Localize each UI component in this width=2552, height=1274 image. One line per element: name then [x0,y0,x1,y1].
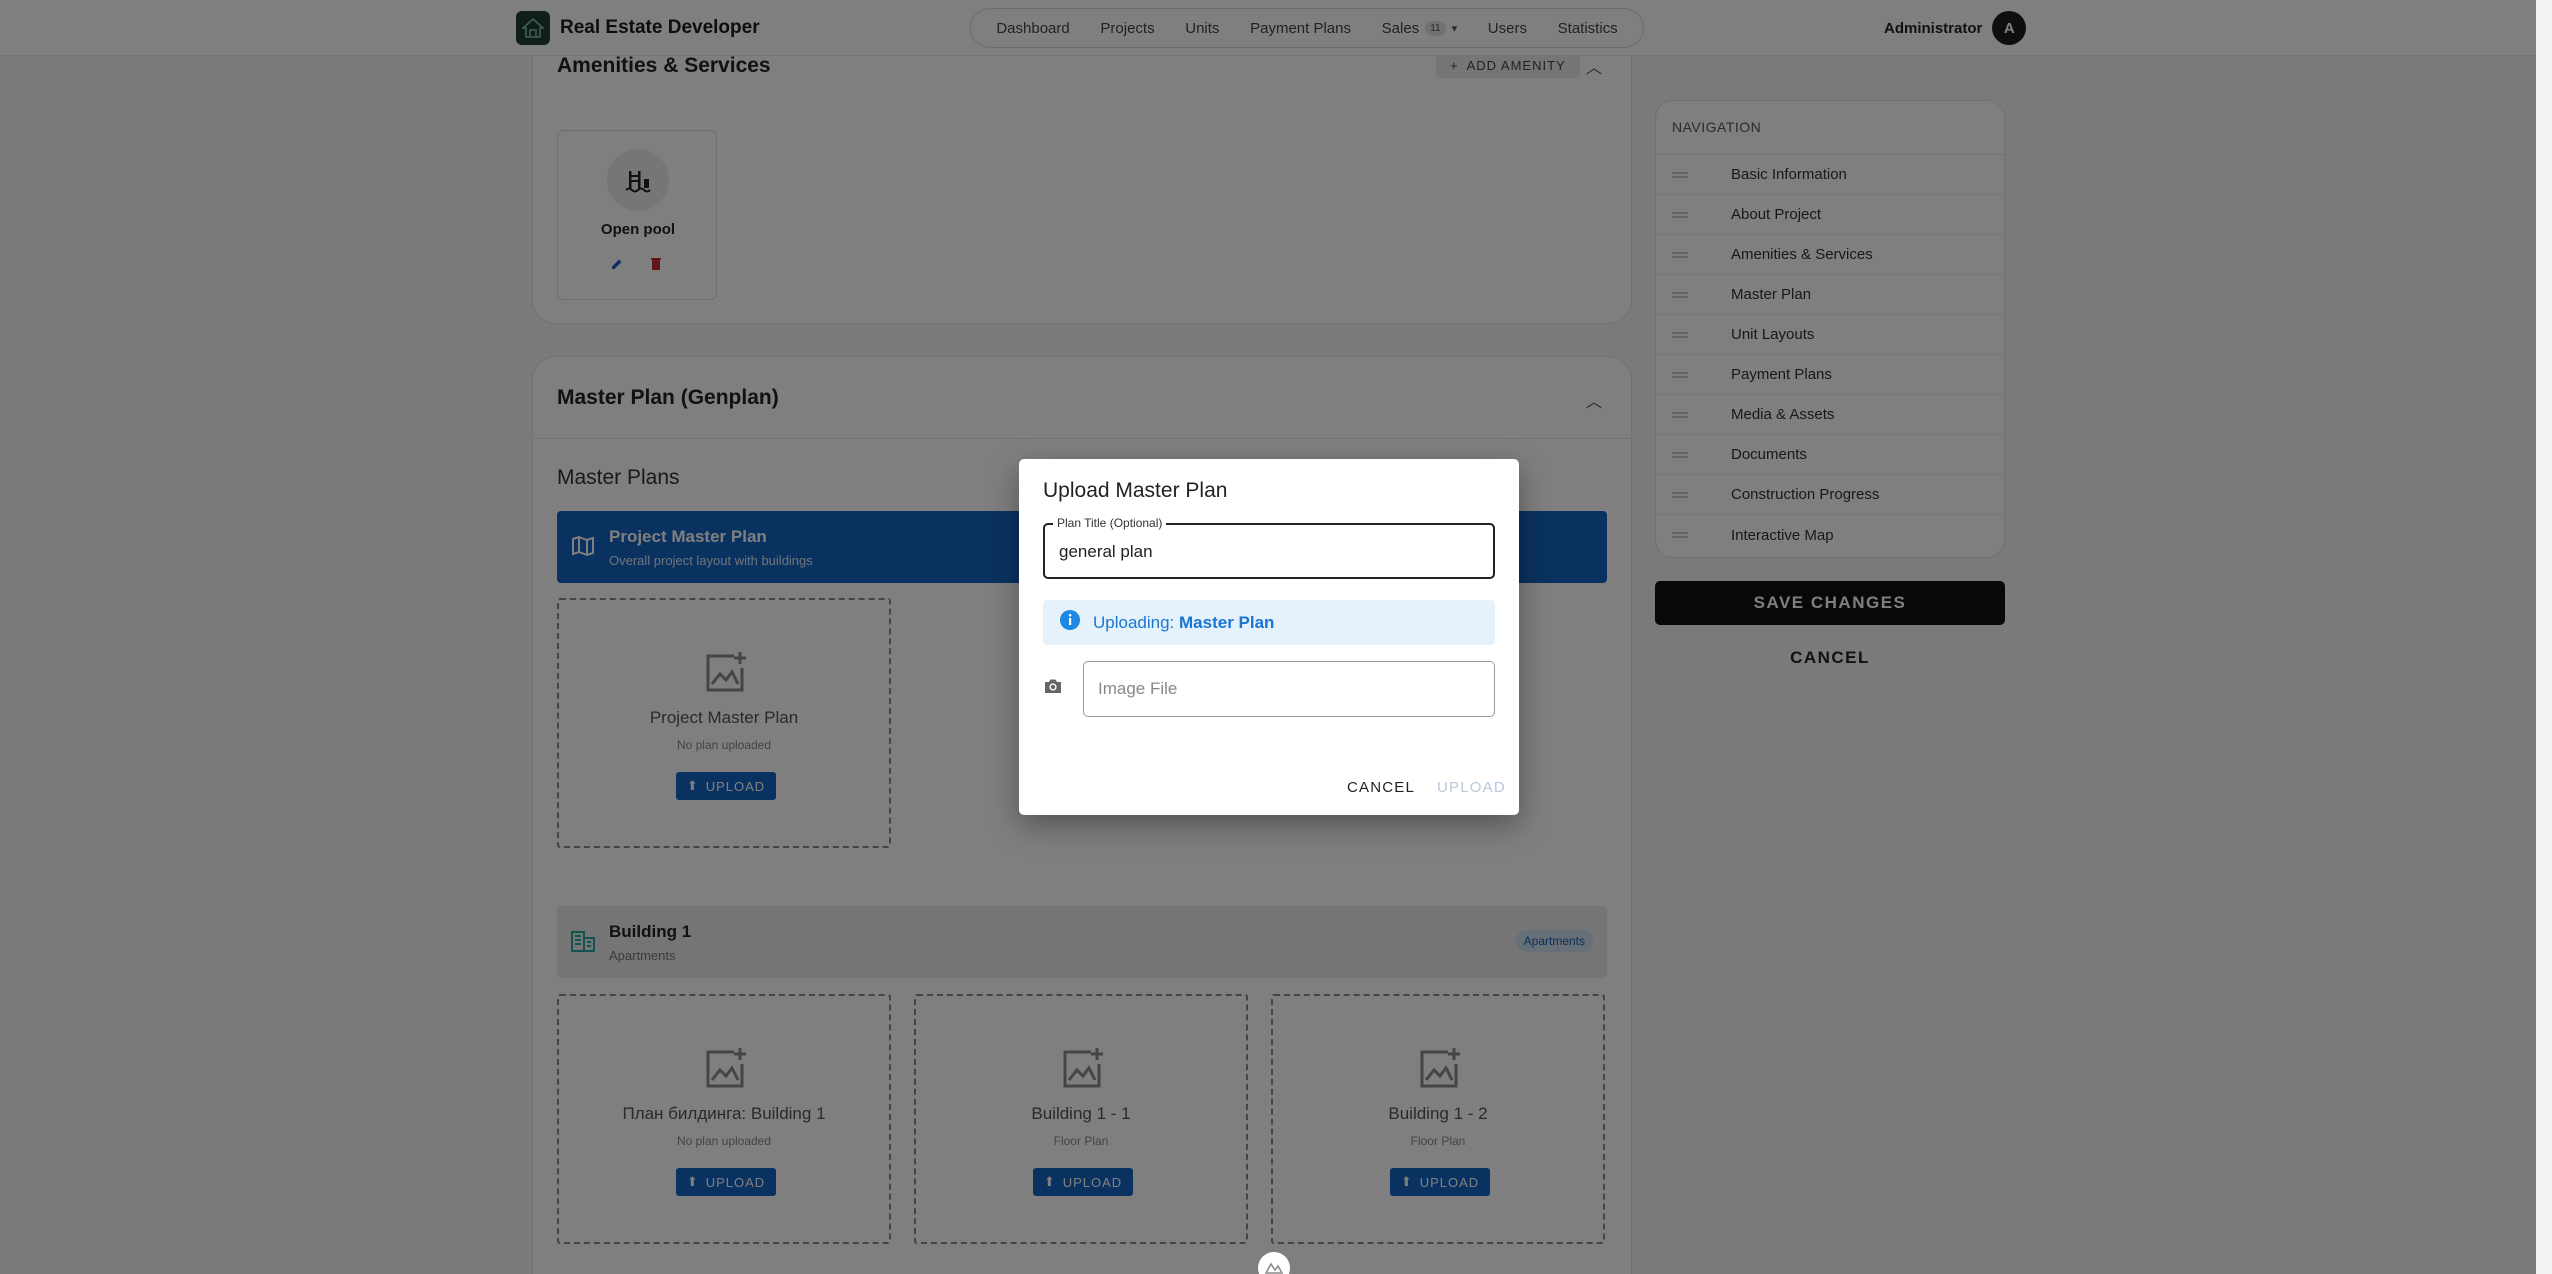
plan-title-field[interactable]: Plan Title (Optional) [1043,516,1495,579]
dialog-cancel-button[interactable]: CANCEL [1347,779,1415,796]
upload-info-text: Uploading: Master Plan [1093,613,1274,633]
upload-info-target: Master Plan [1179,612,1275,632]
upload-info-prefix: Uploading: [1093,612,1175,632]
dialog-upload-button[interactable]: UPLOAD [1437,779,1506,796]
upload-info-alert: Uploading: Master Plan [1043,600,1495,645]
image-file-field[interactable] [1083,661,1495,717]
upload-master-plan-dialog: Upload Master Plan Plan Title (Optional)… [1019,459,1519,815]
info-icon [1059,609,1081,636]
camera-icon [1043,677,1063,700]
scrollbar[interactable] [2536,0,2552,1274]
dialog-title: Upload Master Plan [1043,479,1228,502]
image-file-input[interactable] [1098,679,1478,699]
plan-title-input[interactable] [1059,542,1479,562]
plan-title-label: Plan Title (Optional) [1053,516,1167,530]
